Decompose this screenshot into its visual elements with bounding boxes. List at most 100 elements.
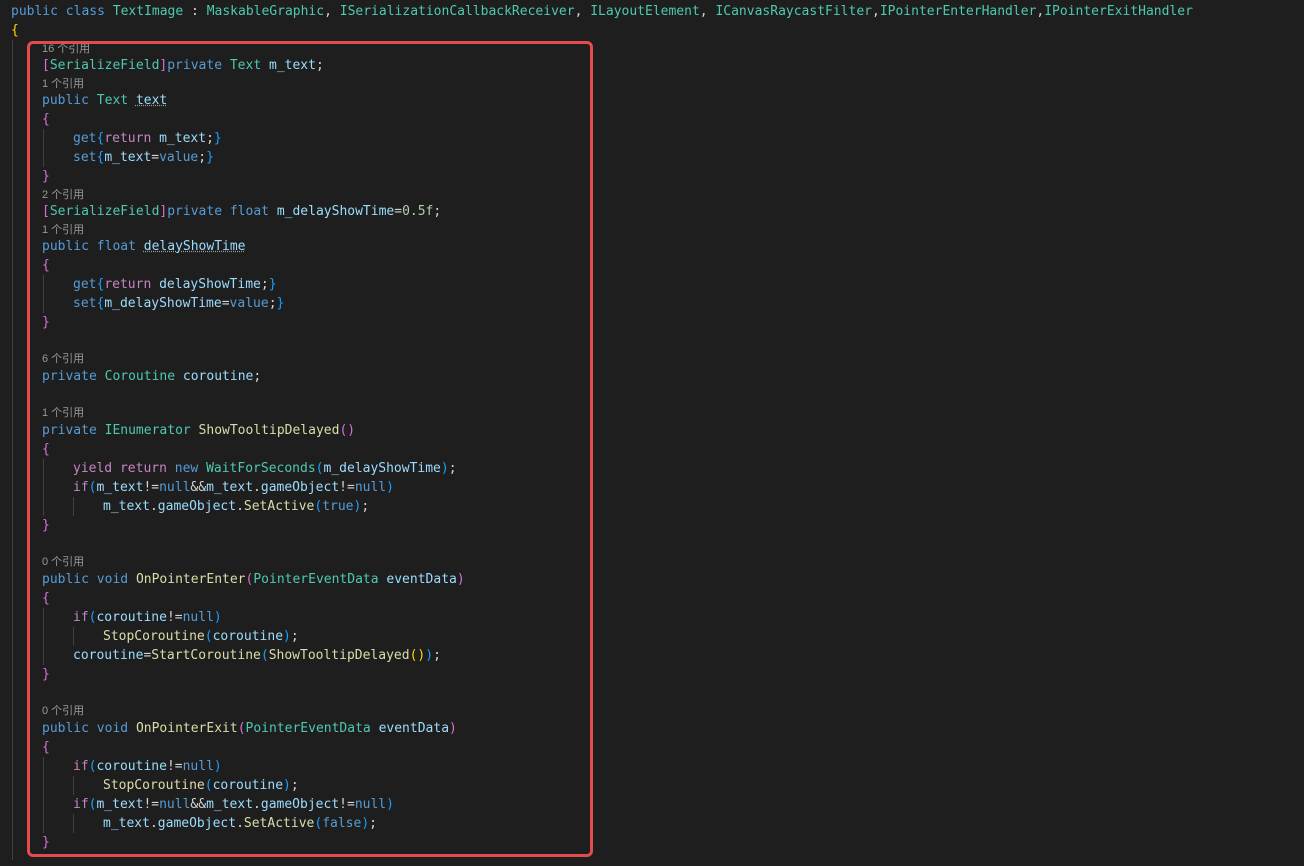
code-line: [SerializeField]private float m_delaySho… — [42, 202, 441, 221]
code-token: Coroutine — [104, 369, 183, 384]
code-token: get — [73, 131, 97, 146]
code-editor[interactable]: public class TextImage : MaskableGraphic… — [0, 0, 1304, 866]
code-line: public void OnPointerExit(PointerEventDa… — [42, 719, 457, 738]
code-line: } — [42, 313, 50, 332]
code-line: { — [42, 589, 50, 608]
codelens-reference-count[interactable]: 2 个引用 — [42, 187, 84, 203]
code-token: 0.5f — [402, 204, 434, 219]
code-token: private — [42, 369, 105, 384]
code-token: public class — [11, 4, 113, 19]
code-token: . — [149, 816, 158, 831]
code-token: null — [159, 480, 191, 495]
code-line: if(coroutine!=null) — [73, 608, 222, 627]
codelens-reference-count[interactable]: 1 个引用 — [42, 222, 84, 238]
codelens-reference-count[interactable]: 1 个引用 — [42, 76, 84, 92]
code-line: } — [42, 665, 50, 684]
indent-guide — [73, 627, 74, 646]
code-token: gameObject — [157, 499, 237, 514]
code-token: ) — [283, 629, 291, 644]
code-token: StartCoroutine — [151, 648, 261, 663]
code-token: , — [574, 4, 591, 19]
code-line: get{return m_text;} — [73, 129, 222, 148]
code-line: private Coroutine coroutine; — [42, 367, 261, 386]
code-token: ) — [386, 797, 394, 812]
code-token: private — [167, 204, 230, 219]
code-token: SetActive — [243, 499, 315, 514]
code-token: } — [42, 835, 50, 850]
code-line: coroutine=StartCoroutine(ShowTooltipDela… — [73, 646, 441, 665]
code-token: WaitForSeconds — [206, 461, 316, 476]
code-token: get — [73, 277, 97, 292]
code-token: && — [190, 797, 207, 812]
code-line: } — [42, 833, 50, 852]
code-token: set — [73, 150, 97, 165]
code-token: ( — [237, 721, 246, 736]
code-token: private — [167, 58, 230, 73]
code-line: yield return new WaitForSeconds(m_delayS… — [73, 459, 457, 478]
code-token: public — [42, 93, 97, 108]
code-token: ( — [260, 648, 269, 663]
codelens-reference-count[interactable]: 0 个引用 — [42, 703, 84, 719]
code-token: ShowTooltipDelayed — [198, 423, 340, 438]
code-token: ; — [290, 778, 299, 793]
codelens-reference-count[interactable]: 16 个引用 — [42, 41, 90, 57]
code-token: != — [339, 480, 355, 495]
code-token: = — [221, 296, 230, 311]
code-token: IPointerEnterHandler — [879, 4, 1037, 19]
code-token: m_text — [103, 816, 150, 831]
code-token: m_text — [269, 58, 316, 73]
code-token: . — [236, 499, 244, 514]
code-token: null — [182, 759, 214, 774]
code-token: m_text — [104, 150, 152, 165]
code-token: null — [159, 797, 191, 812]
codelens-reference-count[interactable]: 6 个引用 — [42, 351, 84, 367]
code-token: coroutine — [96, 610, 167, 625]
code-token: ; — [206, 131, 214, 146]
code-line: if(m_text!=null&&m_text.gameObject!=null… — [73, 795, 394, 814]
code-token: m_text — [96, 797, 144, 812]
code-token: ; — [260, 277, 269, 292]
code-token: } — [268, 277, 277, 292]
code-token: text — [135, 93, 168, 108]
code-token: ; — [361, 499, 370, 514]
code-token: m_delayShowTime — [104, 296, 222, 311]
code-token: ) — [386, 480, 394, 495]
code-token: ISerializationCallbackReceiver — [339, 4, 575, 19]
code-token: ; — [198, 150, 207, 165]
codelens-reference-count[interactable]: 0 个引用 — [42, 554, 84, 570]
code-token: ; — [433, 648, 441, 663]
code-token: return — [104, 131, 160, 146]
code-token: delayShowTime — [159, 277, 261, 292]
codelens-reference-count[interactable]: 1 个引用 — [42, 405, 84, 421]
code-token: ; — [315, 58, 324, 73]
code-token: StopCoroutine — [103, 778, 205, 793]
code-token: ; — [369, 816, 377, 831]
code-token: { — [42, 740, 50, 755]
code-token: } — [42, 315, 50, 330]
code-token: eventData — [386, 572, 457, 587]
code-token: , — [699, 4, 716, 19]
code-token: } — [206, 150, 214, 165]
code-token: void — [96, 572, 136, 587]
code-token: MaskableGraphic — [206, 4, 325, 19]
indent-guide — [43, 459, 44, 516]
code-token: ; — [290, 629, 299, 644]
code-token: OnPointerExit — [135, 721, 238, 736]
code-token: IEnumerator — [104, 423, 199, 438]
indent-guide — [73, 814, 74, 833]
code-token: value — [159, 150, 199, 165]
code-line: } — [42, 167, 50, 186]
code-token: , — [324, 4, 340, 19]
code-token: if — [73, 480, 89, 495]
code-token: ) — [283, 778, 291, 793]
code-token: StopCoroutine — [103, 629, 205, 644]
code-line: [SerializeField]private Text m_text; — [42, 56, 324, 75]
code-token: && — [190, 480, 207, 495]
code-token: coroutine — [212, 778, 284, 793]
code-token: } — [42, 667, 50, 682]
code-token: coroutine — [182, 369, 254, 384]
code-token: ; — [268, 296, 277, 311]
code-token: m_delayShowTime — [323, 461, 441, 476]
code-token: } — [213, 131, 222, 146]
code-token: . — [253, 797, 261, 812]
